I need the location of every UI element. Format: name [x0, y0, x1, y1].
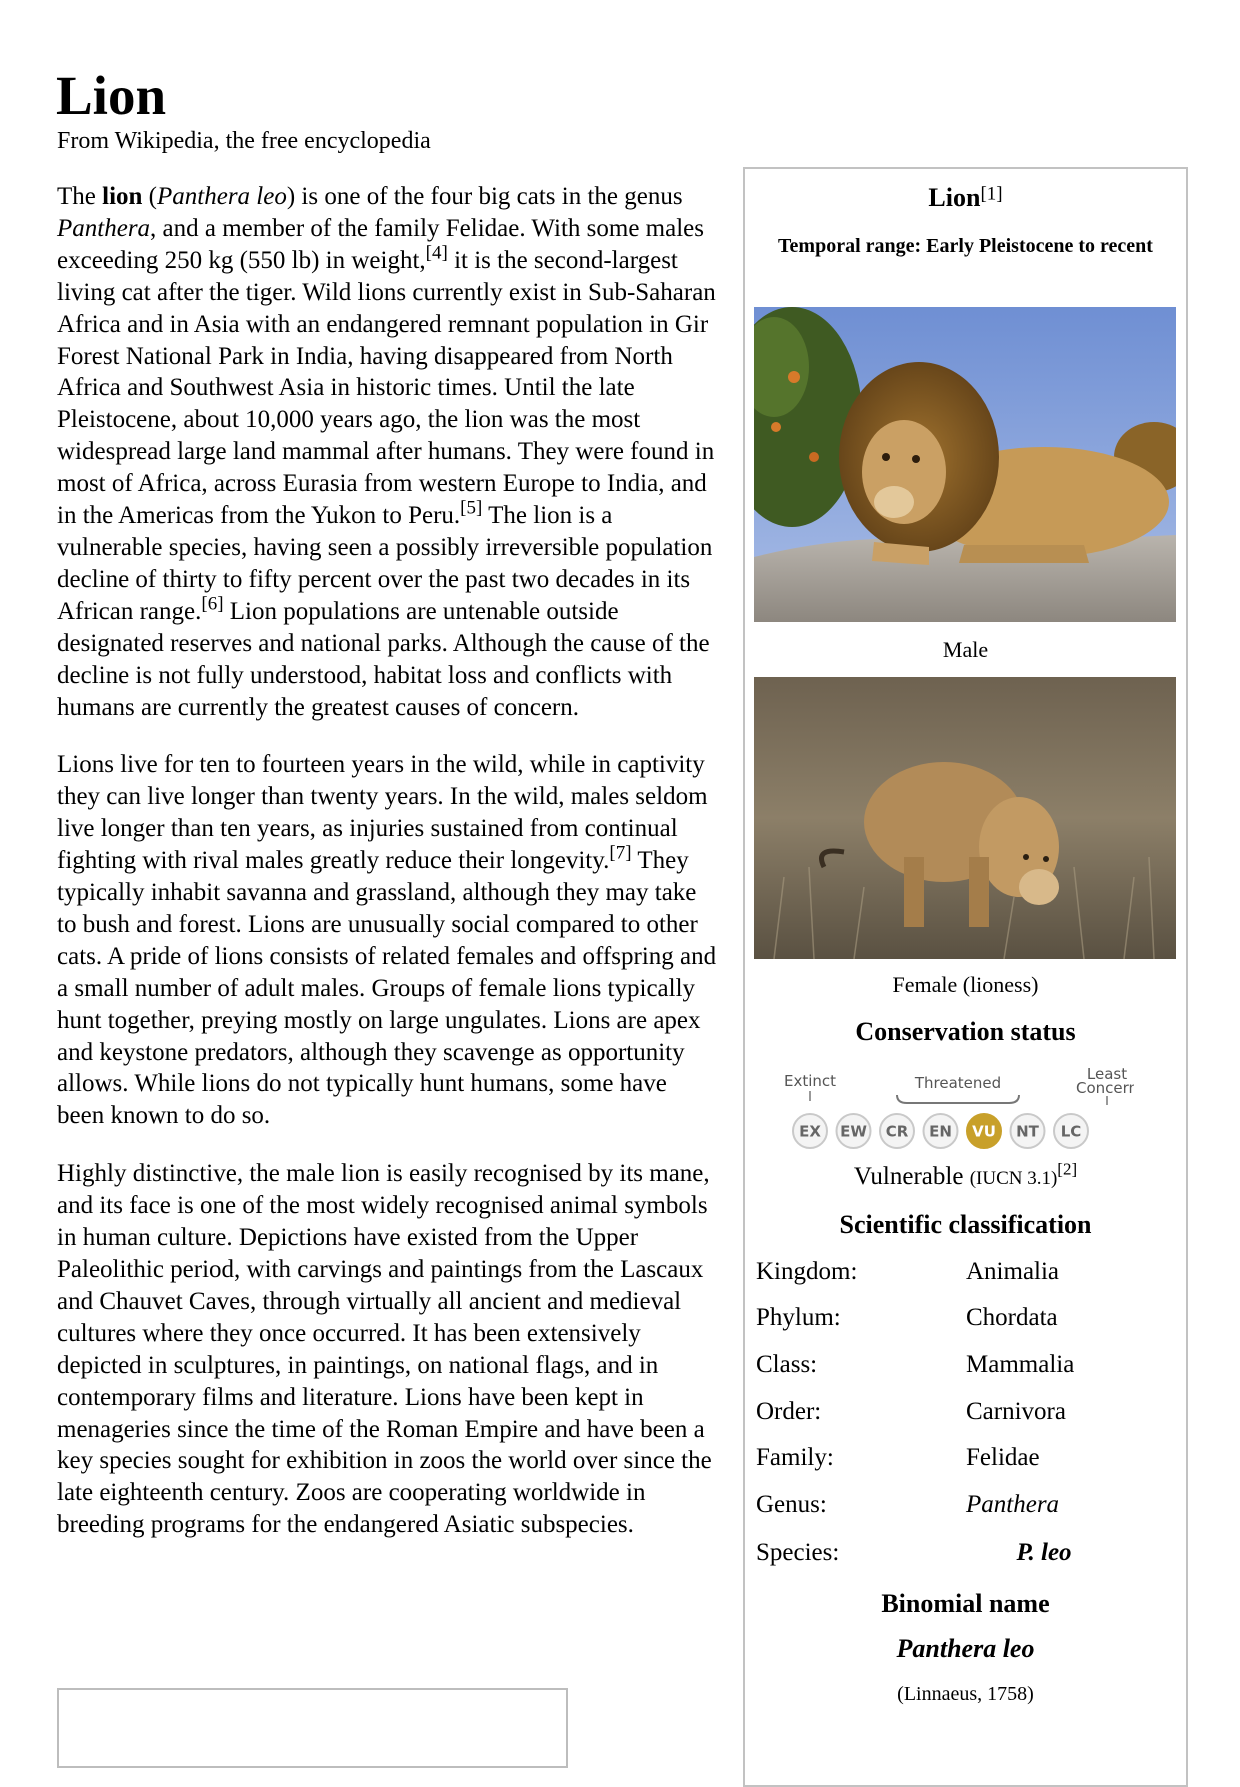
- taxon-name[interactable]: Panthera: [966, 1491, 1059, 1519]
- citation-link-2[interactable]: [2]: [1057, 1160, 1077, 1179]
- lioness-image: [754, 677, 1176, 959]
- iucn-status-scale: Extinct Threatened Least Concern EX EW CR E…: [784, 1065, 1134, 1149]
- conservation-status-heading: Conservation status: [855, 1017, 1076, 1046]
- status-code-label: EX: [799, 1123, 821, 1141]
- status-code-vu: VU: [966, 1113, 1002, 1149]
- genus-name: Panthera: [57, 214, 151, 242]
- status-code-nt: NT: [1009, 1113, 1046, 1149]
- male-lion-image: [754, 307, 1176, 622]
- status-code-label: VU: [972, 1123, 996, 1141]
- taxonomy-row-genus: Genus: Panthera: [756, 1491, 1176, 1531]
- taxonomy-row-class: Class: Mammalia: [756, 1351, 1176, 1391]
- least-concern-label-2: Concern: [1076, 1079, 1134, 1097]
- temporal-range: Temporal range: Early Pleistocene to rec…: [778, 235, 1153, 257]
- citation-link-5[interactable]: [5]: [460, 498, 482, 519]
- status-source: (IUCN 3.1): [969, 1168, 1058, 1189]
- paragraph-3: Highly distinctive, the male lion is eas…: [57, 1160, 712, 1539]
- scientific-classification-heading: Scientific classification: [839, 1210, 1092, 1239]
- threatened-label: Threatened: [914, 1074, 1001, 1092]
- taxonomy-row-order: Order: Carnivora: [756, 1398, 1176, 1438]
- male-photo-caption: Male: [942, 637, 989, 662]
- rank-label: Phylum:: [756, 1304, 841, 1331]
- status-code-label: EW: [840, 1123, 867, 1141]
- taxon-name[interactable]: Carnivora: [966, 1398, 1066, 1426]
- wikipedia-article-page: Lion From Wikipedia, the free encycloped…: [0, 0, 1240, 1787]
- p2-text: They typically inhabit savanna and grass…: [57, 847, 717, 1130]
- article-body: The lion (Panthera leo) is one of the fo…: [57, 181, 717, 1567]
- p1-text: The: [57, 183, 103, 210]
- male-lion-photo[interactable]: [754, 307, 1176, 622]
- status-code-lc: LC: [1053, 1113, 1089, 1149]
- lioness-photo[interactable]: [754, 677, 1176, 959]
- status-codes: EX EW CR EN VU NT LC: [792, 1113, 1089, 1149]
- rank-label: Species:: [756, 1539, 840, 1566]
- taxon-name[interactable]: Felidae: [966, 1444, 1040, 1472]
- taxonomy-row-kingdom: Kingdom: Animalia: [756, 1258, 1176, 1298]
- infobox-title: Lion[1]: [743, 183, 1188, 213]
- status-code-ew: EW: [835, 1113, 872, 1149]
- status-code-label: CR: [886, 1123, 909, 1141]
- status-code-label: EN: [929, 1123, 952, 1141]
- paragraph-1: The lion (Panthera leo) is one of the fo…: [57, 181, 717, 723]
- taxonomy-row-family: Family: Felidae: [756, 1444, 1176, 1484]
- conservation-status-line: Vulnerable (IUCN 3.1)[2]: [743, 1160, 1188, 1191]
- rank-label: Order:: [756, 1398, 822, 1425]
- taxon-name[interactable]: Mammalia: [966, 1351, 1074, 1379]
- infobox-title-text: Lion: [928, 183, 981, 212]
- female-photo-caption: Female (lioness): [892, 972, 1039, 997]
- taxon-name[interactable]: Chordata: [966, 1304, 1058, 1332]
- taxon-name[interactable]: Animalia: [966, 1258, 1059, 1286]
- rank-label: Kingdom:: [756, 1258, 858, 1285]
- p1-text: ) is one of the four big cats in the gen…: [286, 183, 683, 210]
- lion-bold-term: lion: [102, 183, 143, 210]
- page-subtitle: From Wikipedia, the free encyclopedia: [57, 128, 431, 154]
- status-code-en: EN: [922, 1113, 959, 1149]
- p1-text: (: [142, 183, 157, 210]
- page-title: Lion: [56, 65, 167, 126]
- binomial-name: Panthera leo: [896, 1634, 1035, 1663]
- status-value: Vulnerable: [853, 1163, 964, 1190]
- taxonomy-row-species: Species: P. leo: [756, 1539, 1176, 1579]
- taxonomy-row-phylum: Phylum: Chordata: [756, 1304, 1176, 1344]
- status-code-label: LC: [1061, 1123, 1082, 1141]
- rank-label: Family:: [756, 1444, 834, 1471]
- status-code-cr: CR: [879, 1113, 915, 1149]
- species-name: P. leo: [1016, 1539, 1072, 1566]
- paragraph-2: Lions live for ten to fourteen years in …: [57, 749, 717, 1132]
- citation-link-6[interactable]: [6]: [201, 593, 223, 614]
- citation-link-1[interactable]: [1]: [980, 184, 1002, 205]
- binomial-name-heading: Binomial name: [881, 1589, 1050, 1618]
- citation-link-7[interactable]: [7]: [609, 843, 631, 864]
- rank-label: Class:: [756, 1351, 818, 1378]
- threatened-bracket: [896, 1094, 1020, 1104]
- citation-link-4[interactable]: [4]: [426, 242, 448, 263]
- status-code-ex: EX: [792, 1113, 828, 1149]
- status-code-label: NT: [1016, 1123, 1040, 1141]
- p1-text: it is the second-largest living cat afte…: [57, 246, 716, 530]
- extinct-label: Extinct: [784, 1072, 836, 1090]
- binomial-authority: (Linnaeus, 1758): [897, 1683, 1034, 1705]
- next-section-box: [57, 1688, 568, 1768]
- scientific-name: Panthera leo: [157, 183, 287, 210]
- rank-label: Genus:: [756, 1491, 827, 1518]
